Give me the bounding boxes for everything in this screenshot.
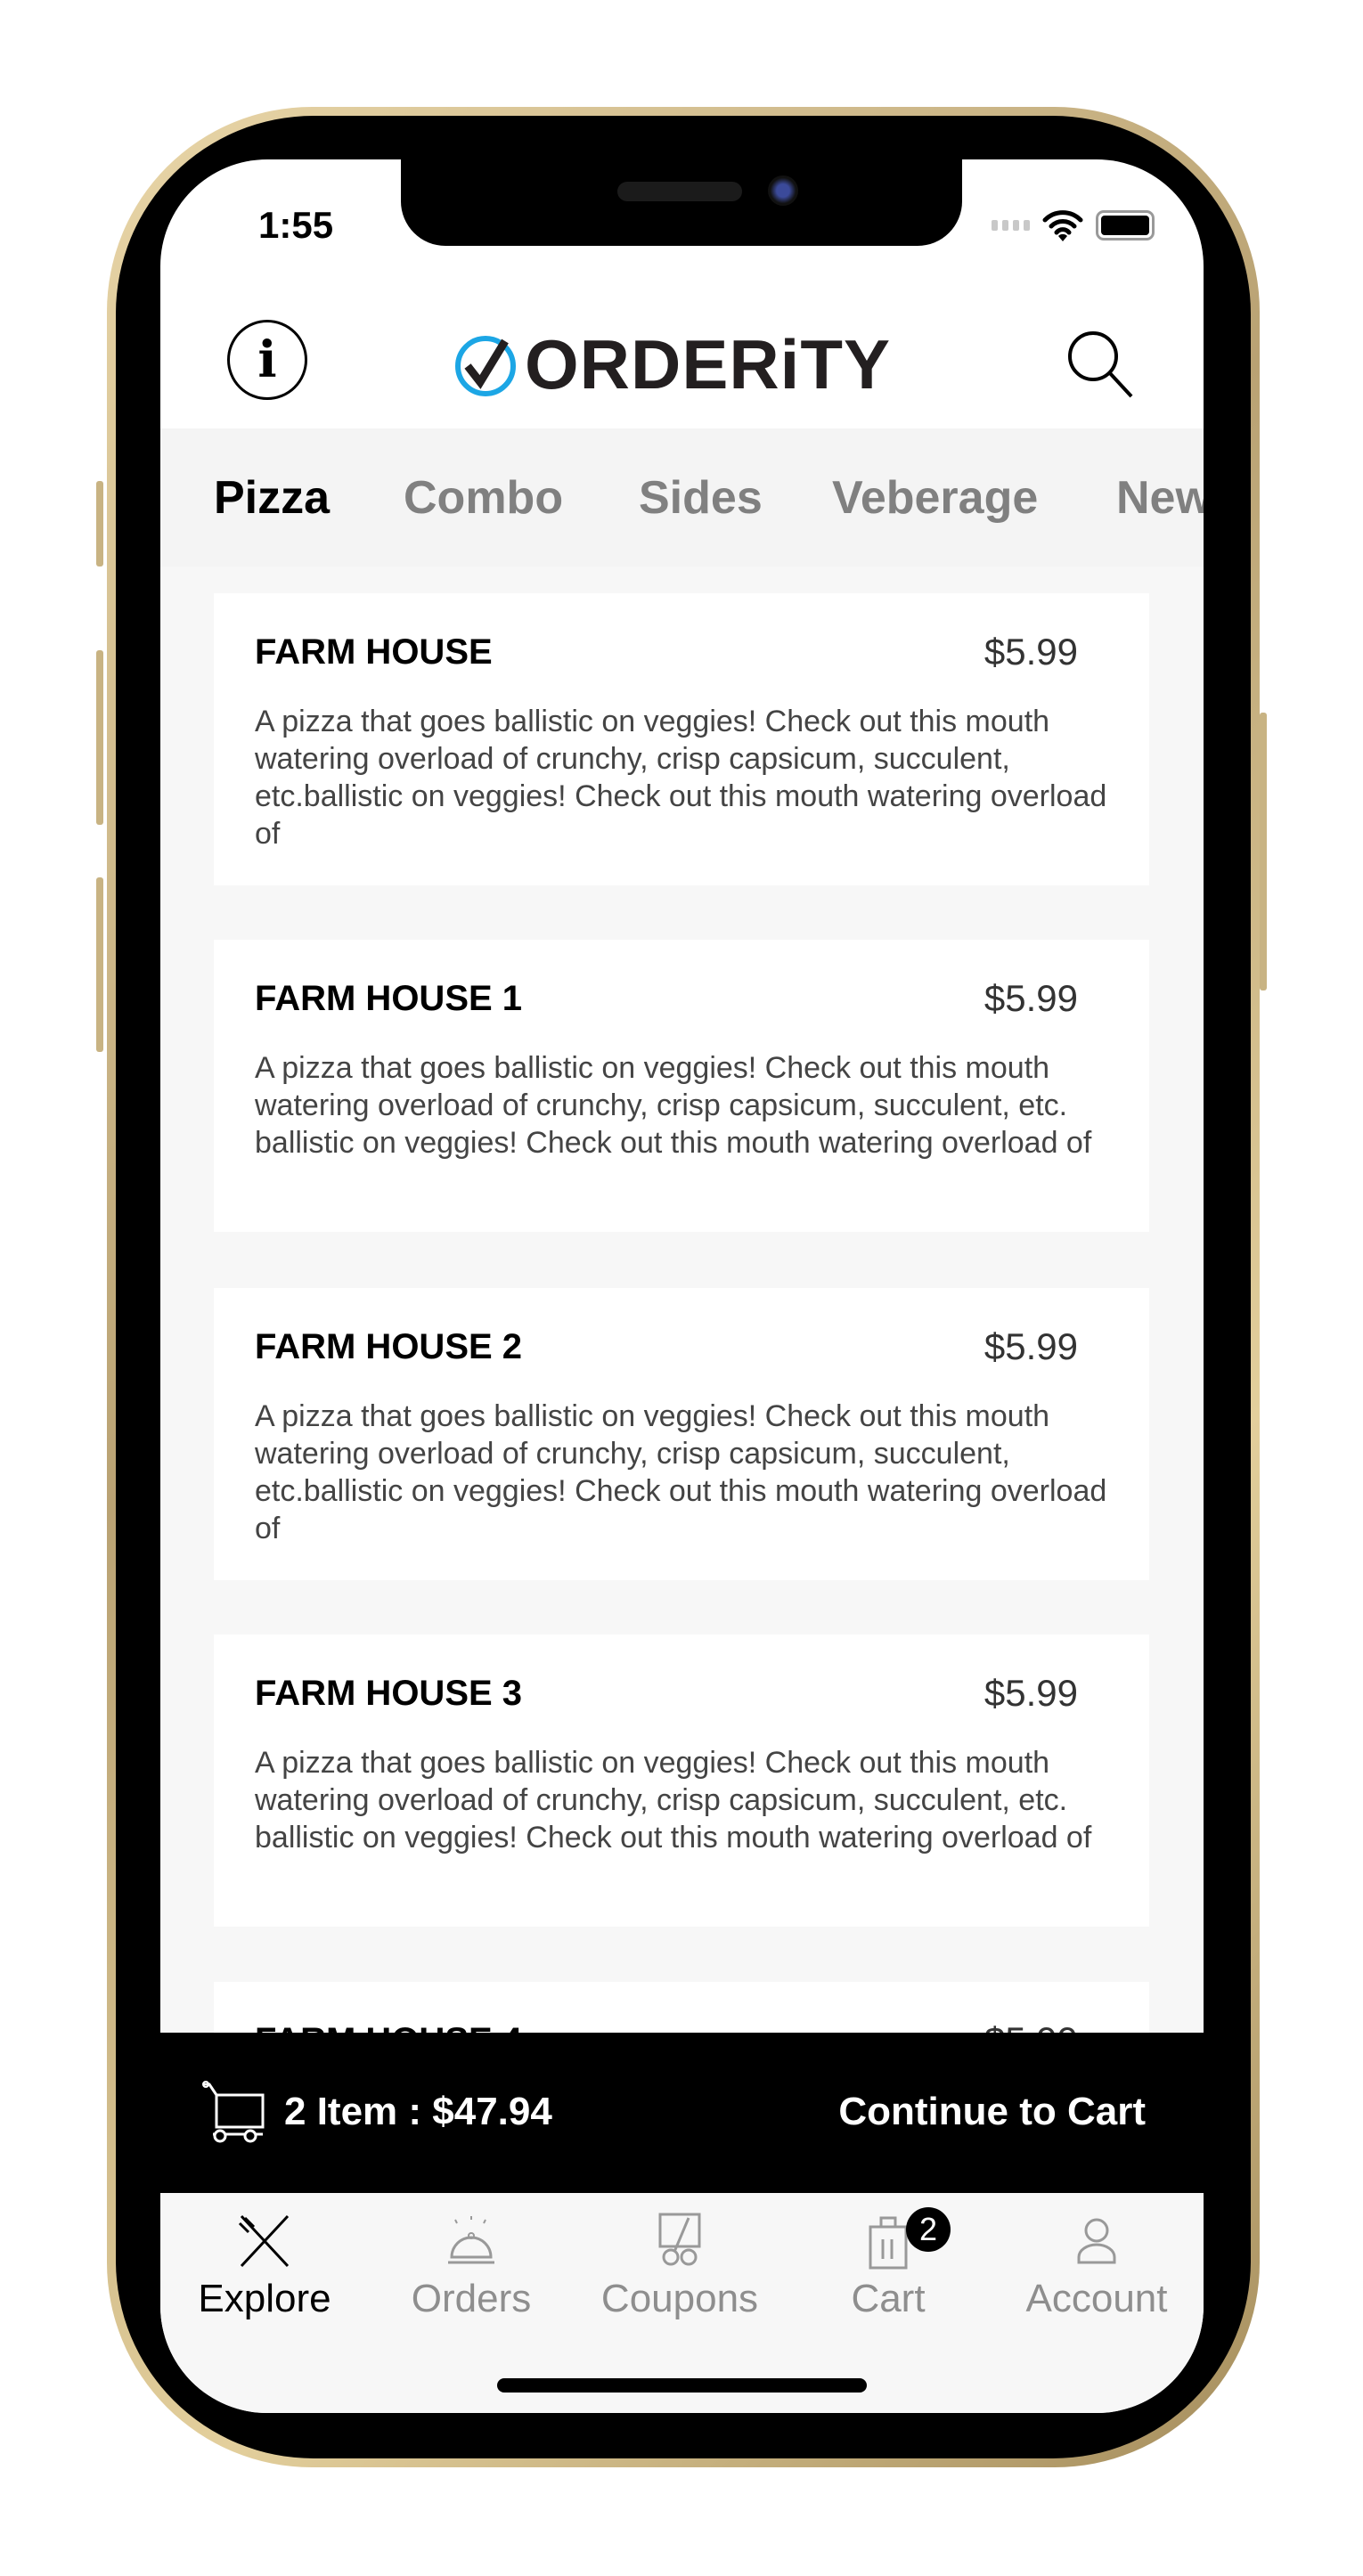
item-price: $5.99 — [983, 631, 1078, 673]
wifi-icon — [1042, 210, 1083, 241]
nav-account[interactable]: Account — [994, 2213, 1199, 2321]
nav-coupons[interactable]: Coupons — [577, 2213, 782, 2321]
cart-summary-text: 2 Item : $47.94 — [284, 2090, 552, 2133]
menu-item-card[interactable]: FARM HOUSE 1 $5.99 A pizza that goes bal… — [214, 940, 1149, 1232]
menu-item-card[interactable]: FARM HOUSE 4 $5.99 — [214, 1982, 1149, 2033]
volume-up-button — [96, 650, 103, 825]
power-button — [1260, 713, 1267, 990]
status-icons — [992, 208, 1155, 242]
item-name: FARM HOUSE 4 — [255, 2021, 522, 2033]
tab-combo[interactable]: Combo — [404, 471, 563, 525]
item-name: FARM HOUSE 1 — [255, 979, 523, 1018]
nav-label: Cart — [851, 2277, 926, 2320]
menu-item-card[interactable]: FARM HOUSE 2 $5.99 A pizza that goes bal… — [214, 1288, 1149, 1580]
mute-switch — [96, 481, 103, 567]
menu-item-list: FARM HOUSE $5.99 A pizza that goes balli… — [160, 567, 1204, 2033]
cart-summary-bar[interactable]: 2 Item : $47.94 Continue to Cart — [160, 2033, 1204, 2193]
category-tabs: Pizza Combo Sides Veberage New — [160, 428, 1204, 567]
nav-label: Explore — [198, 2277, 331, 2320]
item-description: A pizza that goes ballistic on veggies! … — [255, 1051, 1092, 1160]
item-name: FARM HOUSE 2 — [255, 1327, 523, 1366]
tab-pizza[interactable]: Pizza — [214, 471, 330, 525]
shopping-cart-icon — [202, 2081, 265, 2143]
menu-item-card[interactable]: FARM HOUSE 3 $5.99 A pizza that goes bal… — [214, 1634, 1149, 1927]
app-screen: 1:55 i ORDERiTY Pizza Combo Sides Vebera… — [160, 159, 1204, 2413]
home-indicator[interactable] — [497, 2378, 867, 2393]
volume-down-button — [96, 877, 103, 1052]
item-name: FARM HOUSE 3 — [255, 1674, 523, 1713]
item-name: FARM HOUSE — [255, 632, 493, 672]
user-icon — [1077, 2218, 1116, 2264]
info-icon[interactable]: i — [227, 320, 307, 400]
item-description: A pizza that goes ballistic on veggies! … — [255, 705, 1107, 851]
search-icon[interactable] — [1064, 327, 1137, 400]
notch — [401, 159, 962, 246]
nav-explore[interactable]: Explore — [162, 2213, 367, 2321]
item-price: $5.99 — [984, 2019, 1078, 2033]
serving-cloche-icon — [448, 2216, 494, 2264]
item-description: A pizza that goes ballistic on veggies! … — [255, 1746, 1092, 1855]
item-price: $5.99 — [983, 977, 1078, 1019]
fork-knife-icon — [238, 2214, 290, 2268]
signal-icon — [992, 220, 1030, 231]
logo-check-icon — [455, 336, 516, 396]
status-time: 1:55 — [258, 204, 334, 246]
nav-label: Account — [1025, 2277, 1168, 2320]
item-price: $5.99 — [983, 1325, 1078, 1367]
battery-icon — [1096, 210, 1155, 240]
app-header: i ORDERiTY — [160, 302, 1204, 428]
item-description: A pizza that goes ballistic on veggies! … — [255, 1399, 1107, 1545]
cart-summary: 2 Item : $47.94 — [200, 2081, 552, 2143]
continue-to-cart-button[interactable]: Continue to Cart — [838, 2090, 1146, 2134]
item-price: $5.99 — [983, 1672, 1078, 1714]
nav-label: Coupons — [600, 2277, 759, 2320]
nav-orders[interactable]: Orders — [369, 2213, 574, 2321]
nav-label: Orders — [411, 2277, 532, 2320]
app-logo: ORDERiTY — [452, 325, 891, 404]
tab-new[interactable]: New — [1116, 471, 1204, 525]
nav-cart[interactable]: 2 Cart — [786, 2207, 991, 2321]
cart-badge: 2 — [906, 2207, 951, 2252]
coupon-scissors-icon — [658, 2213, 701, 2266]
tab-veberage[interactable]: Veberage — [832, 471, 1038, 525]
menu-item-card[interactable]: FARM HOUSE $5.99 A pizza that goes balli… — [214, 593, 1149, 885]
tab-sides[interactable]: Sides — [639, 471, 763, 525]
